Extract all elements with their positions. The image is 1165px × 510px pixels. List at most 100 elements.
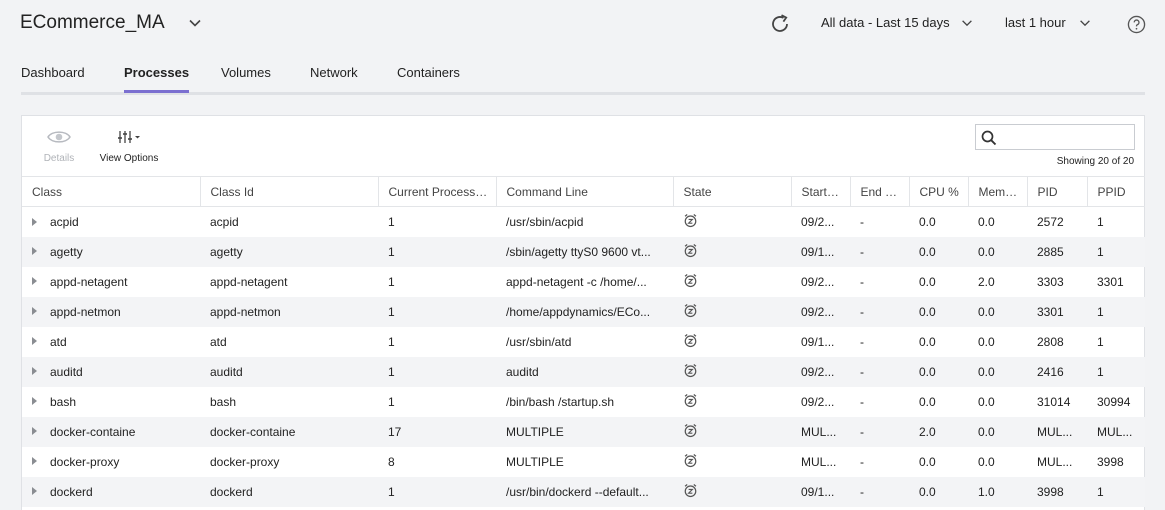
tab-network[interactable]: Network <box>310 65 358 90</box>
cell-class-id: bash <box>210 394 237 409</box>
cell-pid: MUL... <box>1027 416 1087 447</box>
cell-state <box>673 327 791 357</box>
cell-command-line: auditd <box>496 356 673 387</box>
cell-end-time: - <box>860 454 864 469</box>
table-row[interactable]: acpid acpid 1/usr/sbin/acpid 09/2... - 0.0 0.0… <box>22 207 1145 237</box>
cell-start-time: 09/2... <box>801 274 835 289</box>
column-header-class-id[interactable]: Class Id <box>200 176 379 207</box>
details-button[interactable]: Details <box>42 128 76 164</box>
tab-containers[interactable]: Containers <box>397 65 460 90</box>
cell-ppid: 3998 <box>1097 454 1124 469</box>
view-options-button[interactable]: View Options <box>97 128 161 164</box>
expand-arrow-icon[interactable] <box>32 457 37 466</box>
refresh-icon[interactable] <box>768 12 792 36</box>
cell-ppid: 1 <box>1087 296 1145 327</box>
chevron-down-icon <box>1079 19 1090 26</box>
expand-arrow-icon[interactable] <box>32 217 37 226</box>
cell-start-time: MUL... <box>791 416 850 447</box>
class-name: dockerd <box>50 484 93 499</box>
cell-ppid: 1 <box>1087 236 1145 267</box>
cell-memory: 0.0 <box>968 236 1027 267</box>
cell-class: docker-proxy <box>22 447 200 477</box>
table-row[interactable]: appd-netmon appd-netmon 1/home/appdynamics… <box>22 296 1145 327</box>
table-row[interactable]: agetty agetty 1/sbin/agetty ttyS0 9600 vt.… <box>22 236 1145 267</box>
tab-volumes[interactable]: Volumes <box>221 65 271 90</box>
table-row[interactable]: auditd auditd 1 auditd 09/2... -0.0 0.0 2416 1 <box>22 356 1145 387</box>
cell-cpu: 2.0 <box>909 416 968 447</box>
cell-state <box>673 447 791 477</box>
cell-cpu: 0.0 <box>919 394 936 409</box>
cell-class: auditd <box>22 356 200 387</box>
data-range-select[interactable]: All data - Last 15 days <box>821 15 974 30</box>
sleep-icon <box>683 483 698 501</box>
cell-current-processes: 1 <box>378 296 496 327</box>
help-icon[interactable] <box>1127 15 1146 34</box>
cell-ppid: 3301 <box>1097 274 1124 289</box>
cell-end-time: - <box>860 334 864 349</box>
cell-state <box>673 236 791 267</box>
expand-arrow-icon[interactable] <box>32 367 37 376</box>
cell-command-line: /bin/bash /startup.sh <box>506 394 615 409</box>
expand-arrow-icon[interactable] <box>32 337 37 346</box>
class-name: agetty <box>50 244 83 259</box>
column-header-memory[interactable]: Memory % <box>968 176 1028 207</box>
cell-class: atd <box>22 327 200 357</box>
expand-arrow-icon[interactable] <box>32 247 37 256</box>
tab-dashboard[interactable]: Dashboard <box>21 65 85 90</box>
tab-processes[interactable]: Processes <box>124 65 190 93</box>
column-header-cpu[interactable]: CPU % <box>909 176 969 207</box>
cell-class: appd-netmon <box>22 296 200 327</box>
sleep-icon <box>683 303 698 321</box>
table-row[interactable]: dockerd dockerd 1/usr/bin/dockerd --defaul… <box>22 476 1145 507</box>
cell-state <box>673 356 791 387</box>
cell-state <box>673 267 791 297</box>
chevron-down-icon[interactable] <box>187 15 203 31</box>
table-row[interactable]: docker-proxy docker-proxy 8 MULTIPLE MUL... -… <box>22 447 1145 477</box>
cell-current-processes: 8 <box>388 454 395 469</box>
chevron-down-icon <box>961 19 972 26</box>
column-header-ppid[interactable]: PPID <box>1087 176 1145 207</box>
cell-class-id: atd <box>210 334 227 349</box>
processes-panel: Details View Options Showing 20 of 20 Cl… <box>21 115 1145 510</box>
time-range-select[interactable]: last 1 hour <box>1005 15 1092 30</box>
expand-arrow-icon[interactable] <box>32 427 37 436</box>
cell-end-time: - <box>860 394 864 409</box>
cell-start-time: 09/2... <box>791 296 850 327</box>
column-header-end-time[interactable]: End Time <box>850 176 910 207</box>
cell-command-line: /usr/bin/dockerd --default... <box>496 476 673 507</box>
cell-end-time: - <box>860 214 864 229</box>
cell-command-line: /sbin/agetty ttyS0 9600 vt... <box>496 236 673 267</box>
column-header-current-processes[interactable]: Current Processes <box>378 176 497 207</box>
column-header-class[interactable]: Class <box>22 176 201 207</box>
expand-arrow-icon[interactable] <box>32 277 37 286</box>
sleep-icon <box>683 393 698 411</box>
table-row[interactable]: appd-netagent appd-netagent 1 appd-netagent… <box>22 267 1145 297</box>
cell-ppid: 1 <box>1087 476 1145 507</box>
column-header-command-line[interactable]: Command Line <box>496 176 674 207</box>
column-header-pid[interactable]: PID <box>1027 176 1088 207</box>
cell-class-id: appd-netagent <box>210 274 288 289</box>
table-row[interactable]: bash bash 1/bin/bash /startup.sh 09/2... - 0.… <box>22 387 1145 417</box>
expand-arrow-icon[interactable] <box>32 307 37 316</box>
cell-class: docker-containe <box>22 416 200 447</box>
sliders-icon <box>118 131 140 143</box>
cell-ppid: 1 <box>1097 334 1104 349</box>
class-name: bash <box>50 394 77 409</box>
details-label: Details <box>43 153 75 164</box>
column-header-start-time[interactable]: Start Time <box>791 176 851 207</box>
view-options-label: View Options <box>99 153 159 164</box>
cell-cpu: 0.0 <box>909 296 968 327</box>
expand-arrow-icon[interactable] <box>32 397 37 406</box>
column-header-state[interactable]: State <box>673 176 792 207</box>
cell-memory: 0.0 <box>978 334 995 349</box>
cell-start-time: 09/1... <box>801 334 835 349</box>
cell-start-time: 09/1... <box>791 476 850 507</box>
cell-class: appd-netagent <box>22 267 200 297</box>
table-row[interactable]: docker-containe docker-containe 17 MULTIPLE… <box>22 416 1145 447</box>
cell-pid: 3303 <box>1037 274 1064 289</box>
expand-arrow-icon[interactable] <box>32 487 37 496</box>
search-field[interactable] <box>975 124 1135 150</box>
search-input[interactable] <box>1004 127 1130 147</box>
class-name: appd-netmon <box>50 304 121 319</box>
table-row[interactable]: atd atd 1/usr/sbin/atd 09/1... - 0.0 0.0 2808 1 <box>22 327 1145 357</box>
